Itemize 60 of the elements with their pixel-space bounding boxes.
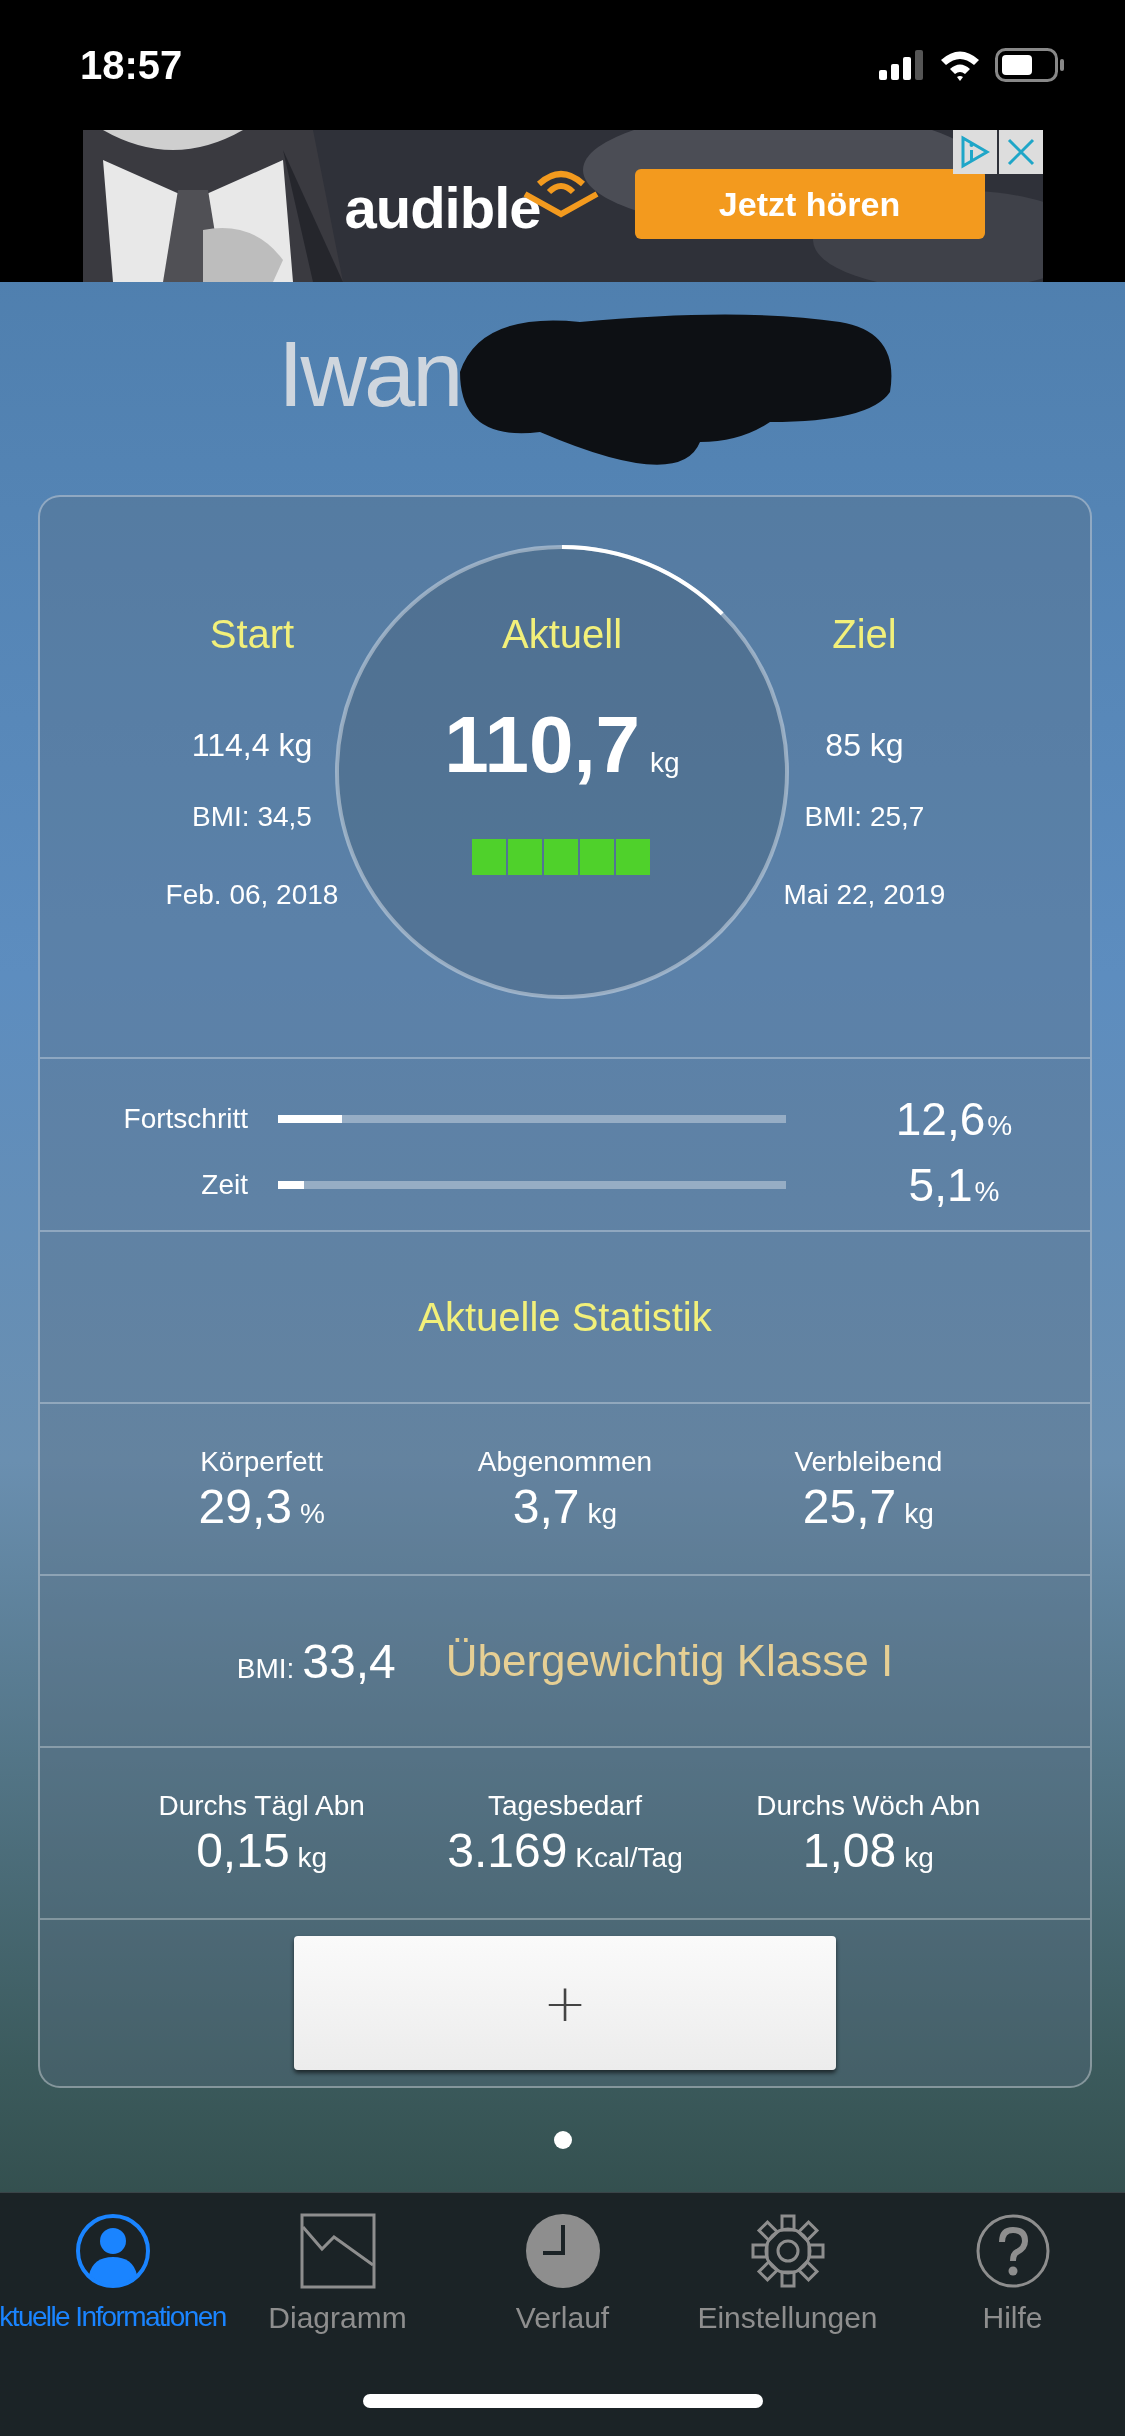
unit-label: kg xyxy=(297,1841,328,1874)
clock-icon xyxy=(524,2213,601,2289)
progress-label: Zeit xyxy=(201,1168,248,1201)
status-time: 18:57 xyxy=(80,42,184,88)
tab-item[interactable]: Verlauf xyxy=(450,2213,675,2335)
tab-item[interactable]: Hilfe xyxy=(900,2213,1125,2335)
profile-name: Iwan xyxy=(278,322,461,427)
bmi-value: 33,4 xyxy=(302,1633,396,1689)
current-weight: 110,7 xyxy=(444,699,641,791)
settings-icon xyxy=(749,2213,826,2289)
page-dot[interactable] xyxy=(553,2131,572,2149)
bmi-label: BMI: xyxy=(236,1652,295,1685)
column-title: Ziel xyxy=(832,611,897,658)
percent-value: 5,1 xyxy=(908,1157,973,1212)
stat-label: Durchs Wöch Abn xyxy=(756,1788,981,1823)
signal-icon xyxy=(879,50,925,80)
unit-label: % xyxy=(974,1175,1000,1208)
stat-label: Verbleibend xyxy=(794,1444,943,1479)
stat-value: 0,15 xyxy=(196,1822,290,1878)
progress-blocks-icon xyxy=(472,839,652,875)
add-button[interactable]: + xyxy=(294,1936,836,2070)
date-text: Feb. 06, 2018 xyxy=(165,878,339,912)
unit-label: % xyxy=(987,1109,1013,1142)
unit-label: kg xyxy=(650,747,680,779)
bmi-value: BMI: 25,7 xyxy=(804,800,925,834)
weight-value: 114,4 kg xyxy=(191,726,313,765)
weight-value: 85 kg xyxy=(825,726,904,765)
percent-value: 12,6 xyxy=(895,1091,986,1146)
unit-label: kg xyxy=(904,1497,934,1530)
bmi-value: BMI: 34,5 xyxy=(192,800,312,834)
chart-icon xyxy=(299,2213,376,2289)
close-icon[interactable] xyxy=(998,130,1043,174)
tab-item[interactable]: Einstellungen xyxy=(675,2213,900,2335)
unit-label: Kcal/Tag xyxy=(575,1841,683,1874)
bmi-category: Übergewichtig Klasse I xyxy=(445,1636,894,1686)
tab-item[interactable]: Diagramm xyxy=(225,2213,450,2335)
stat-label: Tagesbedarf xyxy=(487,1788,643,1823)
progress-label: Fortschritt xyxy=(123,1102,248,1135)
stat-label: Körperfett xyxy=(200,1444,324,1479)
column-title: Aktuell xyxy=(501,611,623,658)
column-title: Start xyxy=(209,611,295,658)
battery-icon xyxy=(995,48,1065,82)
section-title: Aktuelle Statistik xyxy=(418,1294,712,1340)
tab-item[interactable]: ktuelle Informationen xyxy=(0,2213,225,2335)
wifi-icon xyxy=(939,49,981,81)
help-icon xyxy=(974,2213,1051,2289)
stat-value: 29,3 xyxy=(198,1478,292,1534)
stat-value: 1,08 xyxy=(802,1822,897,1878)
stat-value: 25,7 xyxy=(802,1478,897,1534)
unit-label: kg xyxy=(587,1497,618,1530)
unit-label: kg xyxy=(904,1841,934,1874)
stat-label: Durchs Tägl Abn xyxy=(158,1788,365,1823)
stat-value: 3.169 xyxy=(447,1822,568,1878)
ad-banner[interactable]: audible Jetzt hören xyxy=(82,130,1043,282)
unit-label: % xyxy=(299,1497,325,1530)
person-icon xyxy=(74,2213,151,2289)
stat-label: Abgenommen xyxy=(477,1444,653,1479)
stat-value: 3,7 xyxy=(512,1478,580,1534)
date-text: Mai 22, 2019 xyxy=(783,878,946,912)
ad-brand: audible xyxy=(344,174,541,241)
